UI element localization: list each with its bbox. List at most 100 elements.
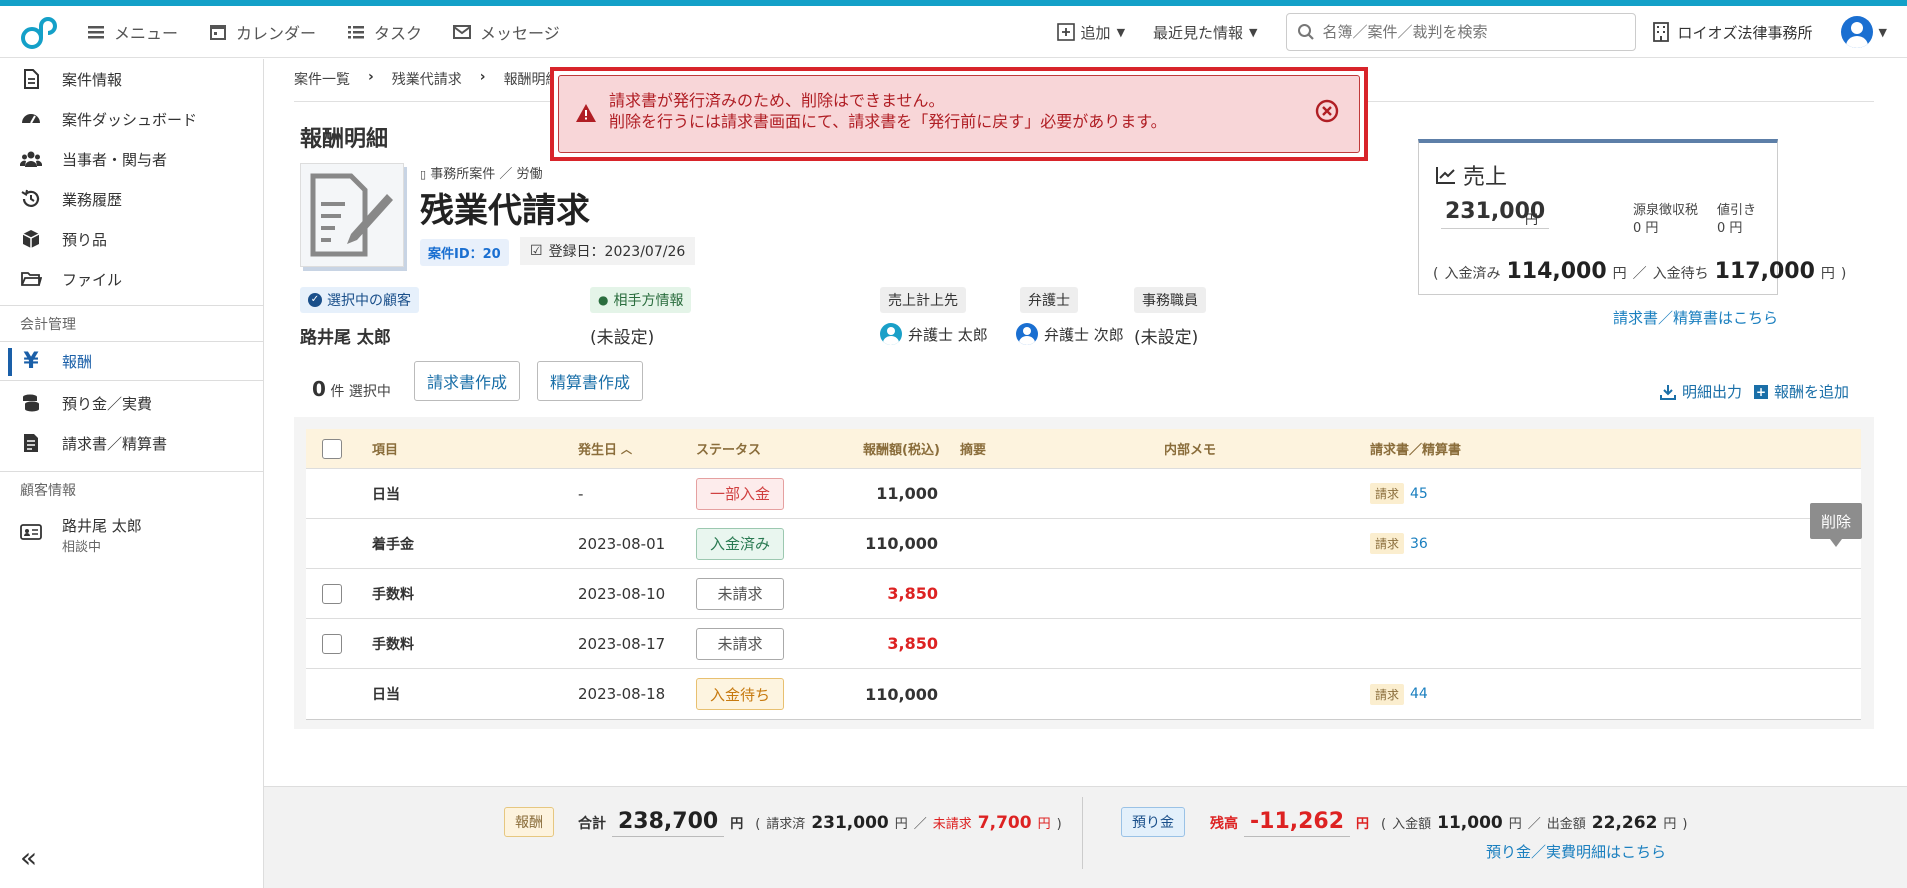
opponent-chip-label: 相手方情報 bbox=[613, 293, 684, 309]
user-menu[interactable]: ▼ bbox=[1840, 16, 1887, 48]
chevron-down-icon: ▼ bbox=[1116, 25, 1126, 39]
opponent-chip: ● 相手方情報 bbox=[590, 287, 692, 313]
search-input[interactable] bbox=[1322, 23, 1623, 41]
close-circle-icon[interactable] bbox=[1313, 97, 1341, 125]
opponent-value: (未設定) bbox=[590, 328, 655, 348]
recent-dropdown[interactable]: 最近見た情報 ▼ bbox=[1153, 22, 1257, 43]
create-settlement-button[interactable]: 精算書作成 bbox=[537, 361, 644, 401]
sales-summary-card: 売上 231,000 円 源泉徴収税 0 円 値引き 0 円 ( 入金済み 11… bbox=[1418, 139, 1846, 295]
sidebar-item-label: 案件情報 bbox=[62, 70, 123, 89]
avatar bbox=[880, 323, 902, 345]
client-name[interactable]: 路井尾 太郎 bbox=[300, 323, 419, 348]
sales-to-chip: 売上計上先 bbox=[880, 287, 966, 313]
top-right-group: 追加 ▼ 最近見た情報 ▼ ロイオズ法律事務所 ▼ bbox=[1056, 6, 1907, 58]
paid-unit: 円 bbox=[1612, 266, 1627, 282]
row-item: 日当 bbox=[372, 687, 400, 703]
sidebar-item-deposits[interactable]: 預り金／実費 bbox=[0, 383, 263, 423]
firm-selector[interactable]: ロイオズ法律事務所 bbox=[1652, 22, 1813, 43]
lawyer-chip: 弁護士 bbox=[1020, 287, 1078, 313]
staff-value: (未設定) bbox=[1134, 328, 1199, 348]
office-icon: ▯ bbox=[420, 168, 427, 181]
invoice-tag: 請求 bbox=[1370, 483, 1405, 504]
row-date: 2023-08-18 bbox=[578, 685, 666, 703]
header-status: ステータス bbox=[696, 443, 762, 458]
header-date[interactable]: 発生日 ︿ bbox=[578, 429, 632, 468]
check-circle-icon: ✓ bbox=[308, 293, 322, 307]
status-badge: 一部入金 bbox=[696, 477, 784, 510]
sidebar-item-invoices[interactable]: 請求書／精算書 bbox=[0, 423, 263, 463]
delete-tooltip-button[interactable]: 削除 bbox=[1810, 503, 1862, 547]
invoice-tag: 請求 bbox=[1370, 533, 1405, 554]
table-row[interactable]: 着手金 2023-08-01 入金済み 110,000 請求 36 bbox=[306, 519, 1861, 569]
sidebar-item-label: 預り品 bbox=[62, 230, 108, 249]
breadcrumb-case[interactable]: 残業代請求 bbox=[392, 69, 462, 89]
page-title: 報酬明細 bbox=[300, 127, 389, 152]
sidebar-client-card[interactable]: 路井尾 太郎 相談中 bbox=[0, 507, 263, 561]
export-button[interactable]: 明細出力 bbox=[1660, 381, 1742, 402]
search-box[interactable] bbox=[1285, 13, 1636, 51]
waiting-unit: 円 bbox=[1820, 266, 1835, 282]
invoice-number-link[interactable]: 44 bbox=[1410, 686, 1428, 702]
table-row[interactable]: 日当 2023-08-18 入金待ち 110,000 請求 44 bbox=[306, 669, 1861, 719]
invoice-number-link[interactable]: 45 bbox=[1410, 486, 1428, 502]
sidebar-item-parties[interactable]: 当事者・関与者 bbox=[0, 139, 263, 179]
fee-table: 項目 発生日 ︿ ステータス 報酬額(税込) 摘要 内部メモ 請求書／精算書 日… bbox=[306, 429, 1861, 720]
header-item: 項目 bbox=[372, 443, 399, 458]
top-navbar: メニュー カレンダー タスク メッセージ 追加 ▼ 最近見た情報 ▼ ロイオズ法… bbox=[0, 6, 1907, 58]
header-invoice: 請求書／精算書 bbox=[1370, 443, 1462, 458]
coins-icon bbox=[23, 394, 39, 412]
client-chip-label: 選択中の顧客 bbox=[327, 293, 411, 309]
table-row[interactable]: 日当 - 一部入金 11,000 請求 45 bbox=[306, 469, 1861, 519]
sidebar-item-stored-items[interactable]: 預り品 bbox=[0, 219, 263, 259]
create-invoice-button[interactable]: 請求書作成 bbox=[414, 361, 521, 401]
sidebar-item-case-info[interactable]: 案件情報 bbox=[0, 59, 263, 99]
nav-message[interactable]: メッセージ bbox=[452, 20, 560, 44]
table-row[interactable]: 手数料 2023-08-17 未請求 3,850 bbox=[306, 619, 1861, 669]
party-sales-to: 売上計上先 弁護士 太郎 bbox=[880, 287, 988, 345]
table-row[interactable]: 手数料 2023-08-10 未請求 3,850 bbox=[306, 569, 1861, 619]
sidebar-item-dashboard[interactable]: 案件ダッシュボード bbox=[0, 99, 263, 139]
party-staff: 事務職員 (未設定) bbox=[1134, 287, 1206, 348]
hamburger-icon bbox=[88, 25, 104, 38]
add-fee-button[interactable]: + 報酬を追加 bbox=[1754, 381, 1849, 402]
billed-label: 請求済 bbox=[766, 817, 806, 832]
nav-menu[interactable]: メニュー bbox=[86, 20, 178, 44]
add-dropdown[interactable]: 追加 ▼ bbox=[1056, 22, 1126, 43]
nav-calendar[interactable]: カレンダー bbox=[208, 20, 316, 44]
sidebar-section-accounting: 会計管理 bbox=[0, 305, 263, 341]
status-badge: 入金待ち bbox=[696, 678, 784, 710]
party-opponent: ● 相手方情報 (未設定) bbox=[590, 287, 692, 348]
app-logo-icon[interactable] bbox=[18, 12, 58, 52]
row-checkbox[interactable] bbox=[322, 633, 342, 654]
fee-table-container: 項目 発生日 ︿ ステータス 報酬額(税込) 摘要 内部メモ 請求書／精算書 日… bbox=[294, 417, 1874, 729]
selected-count-number: 0 bbox=[312, 377, 326, 401]
sidebar: 案件情報 案件ダッシュボード 当事者・関与者 業務履歴 預り品 ファイル 会計管… bbox=[0, 59, 264, 888]
error-alert: 請求書が発行済みのため、削除はできません。 削除を行うには請求書画面にて、請求書… bbox=[558, 75, 1360, 153]
nav-task[interactable]: タスク bbox=[346, 20, 422, 44]
sidebar-item-fees[interactable]: ¥ 報酬 bbox=[0, 341, 263, 381]
fee-total: 合計 238,700 円 ( 請求済 231,000 円 ／ 未請求 7,700… bbox=[578, 809, 1062, 837]
case-category: ▯ 事務所案件 ／ 労働 bbox=[420, 163, 542, 182]
collapse-sidebar-icon[interactable]: « bbox=[20, 841, 37, 874]
row-checkbox[interactable] bbox=[322, 583, 342, 604]
selected-count-suffix: 件 選択中 bbox=[330, 384, 391, 400]
table-header: 項目 発生日 ︿ ステータス 報酬額(税込) 摘要 内部メモ 請求書／精算書 bbox=[306, 429, 1861, 469]
deposit-detail-link[interactable]: 預り金／実費明細はこちら bbox=[1486, 841, 1666, 862]
sidebar-section-client: 顧客情報 bbox=[0, 471, 263, 507]
footer-divider bbox=[1082, 797, 1083, 869]
party-client: ✓ 選択中の顧客 路井尾 太郎 bbox=[300, 287, 419, 348]
select-all-checkbox[interactable] bbox=[322, 438, 342, 459]
case-image bbox=[300, 163, 404, 267]
sidebar-item-files[interactable]: ファイル bbox=[0, 259, 263, 299]
invoice-link[interactable]: 請求書／精算書はこちら bbox=[1424, 307, 1778, 328]
recent-label: 最近見た情報 bbox=[1153, 23, 1244, 42]
sidebar-item-history[interactable]: 業務履歴 bbox=[0, 179, 263, 219]
document-icon bbox=[24, 69, 39, 89]
add-label: 追加 bbox=[1080, 23, 1111, 42]
sales-unit: 円 bbox=[1525, 213, 1539, 228]
invoice-number-link[interactable]: 36 bbox=[1410, 536, 1428, 552]
chart-line-icon bbox=[1436, 167, 1455, 184]
discount-label: 値引き bbox=[1717, 203, 1757, 218]
breadcrumb-case-list[interactable]: 案件一覧 bbox=[294, 69, 350, 89]
invoice-tag: 請求 bbox=[1370, 683, 1405, 705]
